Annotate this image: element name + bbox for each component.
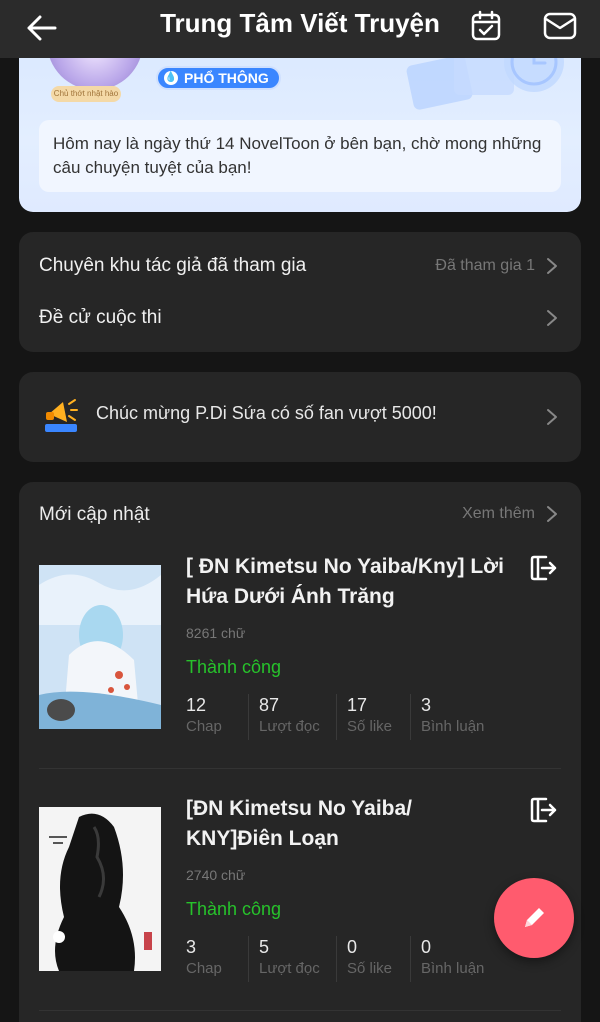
mail-icon xyxy=(543,12,577,40)
droplet-icon: 💧 xyxy=(164,71,178,85)
book-stats: 12 Chap 87 Lượt đọc 17 Số like 3 Bình lu… xyxy=(186,694,511,740)
exit-door-icon xyxy=(530,797,557,823)
book-title[interactable]: [ĐN Kimetsu No Yaiba/ KNY]Điên Loạn xyxy=(186,794,506,854)
book-cover[interactable] xyxy=(39,807,161,971)
book-cover-image xyxy=(39,807,161,971)
stat-likes: 0 Số like xyxy=(347,936,411,982)
recent-updates-card: Mới cập nhật Xem thêm [ ĐN Kimetsu No Ya… xyxy=(19,482,581,1022)
see-more-link[interactable]: Xem thêm xyxy=(462,505,535,523)
stat-comments: 3 Bình luận xyxy=(421,695,485,735)
section-title: Mới cập nhật xyxy=(39,504,150,525)
calendar-button[interactable] xyxy=(466,6,506,46)
back-button[interactable] xyxy=(22,8,62,48)
word-count: 2740 chữ xyxy=(186,867,246,883)
stat-chapters: 12 Chap xyxy=(186,694,249,740)
unpublish-button[interactable] xyxy=(527,794,559,826)
exit-door-icon xyxy=(530,555,557,581)
announcement-text: Chúc mừng P.Di Sứa có số fan vượt 5000! xyxy=(96,403,437,423)
page-title: Trung Tâm Viết Truyện xyxy=(160,8,440,38)
stat-reads: 87 Lượt đọc xyxy=(259,694,337,740)
joined-zones-label: Chuyên khu tác giả đã tham gia xyxy=(39,255,307,276)
book-cover[interactable] xyxy=(39,565,161,729)
megaphone-icon xyxy=(45,399,78,432)
book-cover-image xyxy=(39,565,161,729)
stat-comments: 0 Bình luận xyxy=(421,937,485,977)
contest-nomination-label: Đề cử cuộc thi xyxy=(39,307,162,328)
announcement-card[interactable]: Chúc mừng P.Di Sứa có số fan vượt 5000! xyxy=(19,372,581,462)
publish-status: Thành công xyxy=(186,657,282,677)
chevron-right-icon xyxy=(547,506,557,522)
contest-nomination-row[interactable]: Đề cử cuộc thi xyxy=(19,298,581,338)
mail-button[interactable] xyxy=(540,6,580,46)
chevron-right-icon xyxy=(547,409,557,425)
welcome-message: Hôm nay là ngày thứ 14 NovelToon ở bên b… xyxy=(39,120,561,192)
write-button[interactable] xyxy=(494,878,574,958)
book-item[interactable]: [ ĐN Kimetsu No Yaiba/Kny] Lời Hứa Dưới … xyxy=(19,552,581,772)
avatar-title-tag: Chủ thớt nhật hào xyxy=(51,86,121,102)
level-label: PHỔ THÔNG xyxy=(184,70,269,86)
author-menu-card: Chuyên khu tác giả đã tham gia Đã tham g… xyxy=(19,232,581,352)
chevron-right-icon xyxy=(547,310,557,326)
word-count: 8261 chữ xyxy=(186,625,246,641)
unpublish-button[interactable] xyxy=(527,552,559,584)
calendar-check-icon xyxy=(471,10,501,41)
joined-zones-count: Đã tham gia 1 xyxy=(435,257,535,274)
divider xyxy=(39,1010,561,1011)
level-badge[interactable]: 💧 PHỔ THÔNG xyxy=(156,66,281,90)
divider xyxy=(39,768,561,769)
book-stats: 3 Chap 5 Lượt đọc 0 Số like 0 Bình luận xyxy=(186,936,511,982)
back-arrow-icon xyxy=(27,15,57,41)
chevron-right-icon xyxy=(547,258,557,274)
pencil-icon xyxy=(525,908,544,927)
publish-status: Thành công xyxy=(186,899,282,919)
joined-zones-row[interactable]: Chuyên khu tác giả đã tham gia Đã tham g… xyxy=(19,246,581,286)
top-bar: Trung Tâm Viết Truyện xyxy=(0,0,600,58)
book-title[interactable]: [ ĐN Kimetsu No Yaiba/Kny] Lời Hứa Dưới … xyxy=(186,552,506,612)
stat-chapters: 3 Chap xyxy=(186,936,249,982)
stat-likes: 17 Số like xyxy=(347,694,411,740)
stat-reads: 5 Lượt đọc xyxy=(259,936,337,982)
